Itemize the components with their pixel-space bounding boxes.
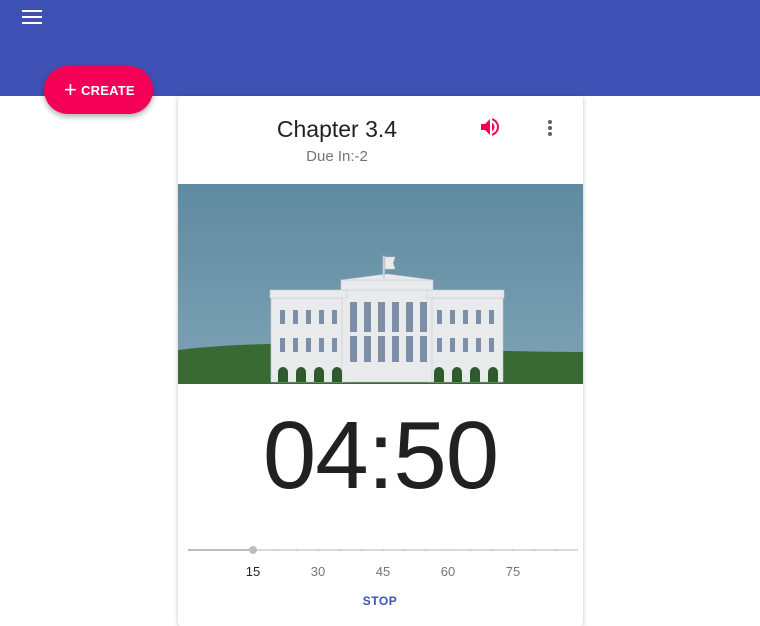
slider-tick-mark (555, 549, 558, 551)
slider-tick-label: 30 (310, 564, 326, 579)
menu-icon[interactable] (22, 10, 42, 26)
slider-tick-mark (360, 549, 363, 551)
slider-tick-mark (208, 549, 211, 551)
volume-up-icon[interactable] (478, 115, 502, 139)
slider-tick-mark (317, 549, 319, 551)
slider-tick-mark (468, 549, 471, 551)
more-vert-icon[interactable] (540, 116, 560, 140)
slider-tick-label: 60 (440, 564, 456, 579)
slider-tick-mark (533, 549, 536, 551)
slider-thumb[interactable] (249, 546, 257, 554)
duration-slider[interactable] (188, 540, 578, 560)
slider-tick-mark (425, 549, 428, 551)
due-text: Due In:-2 (306, 148, 368, 165)
slider-tick-mark (512, 549, 514, 551)
card-title: Chapter 3.4 (276, 116, 398, 142)
slider-tick-label: 75 (505, 564, 521, 579)
slider-tick-mark (403, 549, 406, 551)
stop-button[interactable]: STOP (348, 594, 412, 614)
timer-display: 04:50 (262, 402, 499, 509)
slider-tick-mark (338, 549, 341, 551)
slider-tick-label: 15 (245, 564, 261, 579)
slider-tick-mark (382, 549, 384, 551)
plus-icon: + (64, 77, 78, 102)
create-label: CREATE (81, 82, 135, 98)
slider-tick-label: 45 (375, 564, 391, 579)
timer-card: Chapter 3.4 Due In:-2 04:50 15 30 45 60 … (178, 96, 583, 626)
slider-tick-mark (273, 549, 276, 551)
slider-tick-mark (295, 549, 298, 551)
slider-tick-labels: 15 30 45 60 75 (178, 564, 583, 584)
slider-tick-mark (447, 549, 449, 551)
white-house-image (178, 184, 583, 384)
slider-tick-mark (490, 549, 493, 551)
create-button[interactable]: + CREATE (44, 66, 153, 114)
slider-tick-mark (230, 549, 233, 551)
